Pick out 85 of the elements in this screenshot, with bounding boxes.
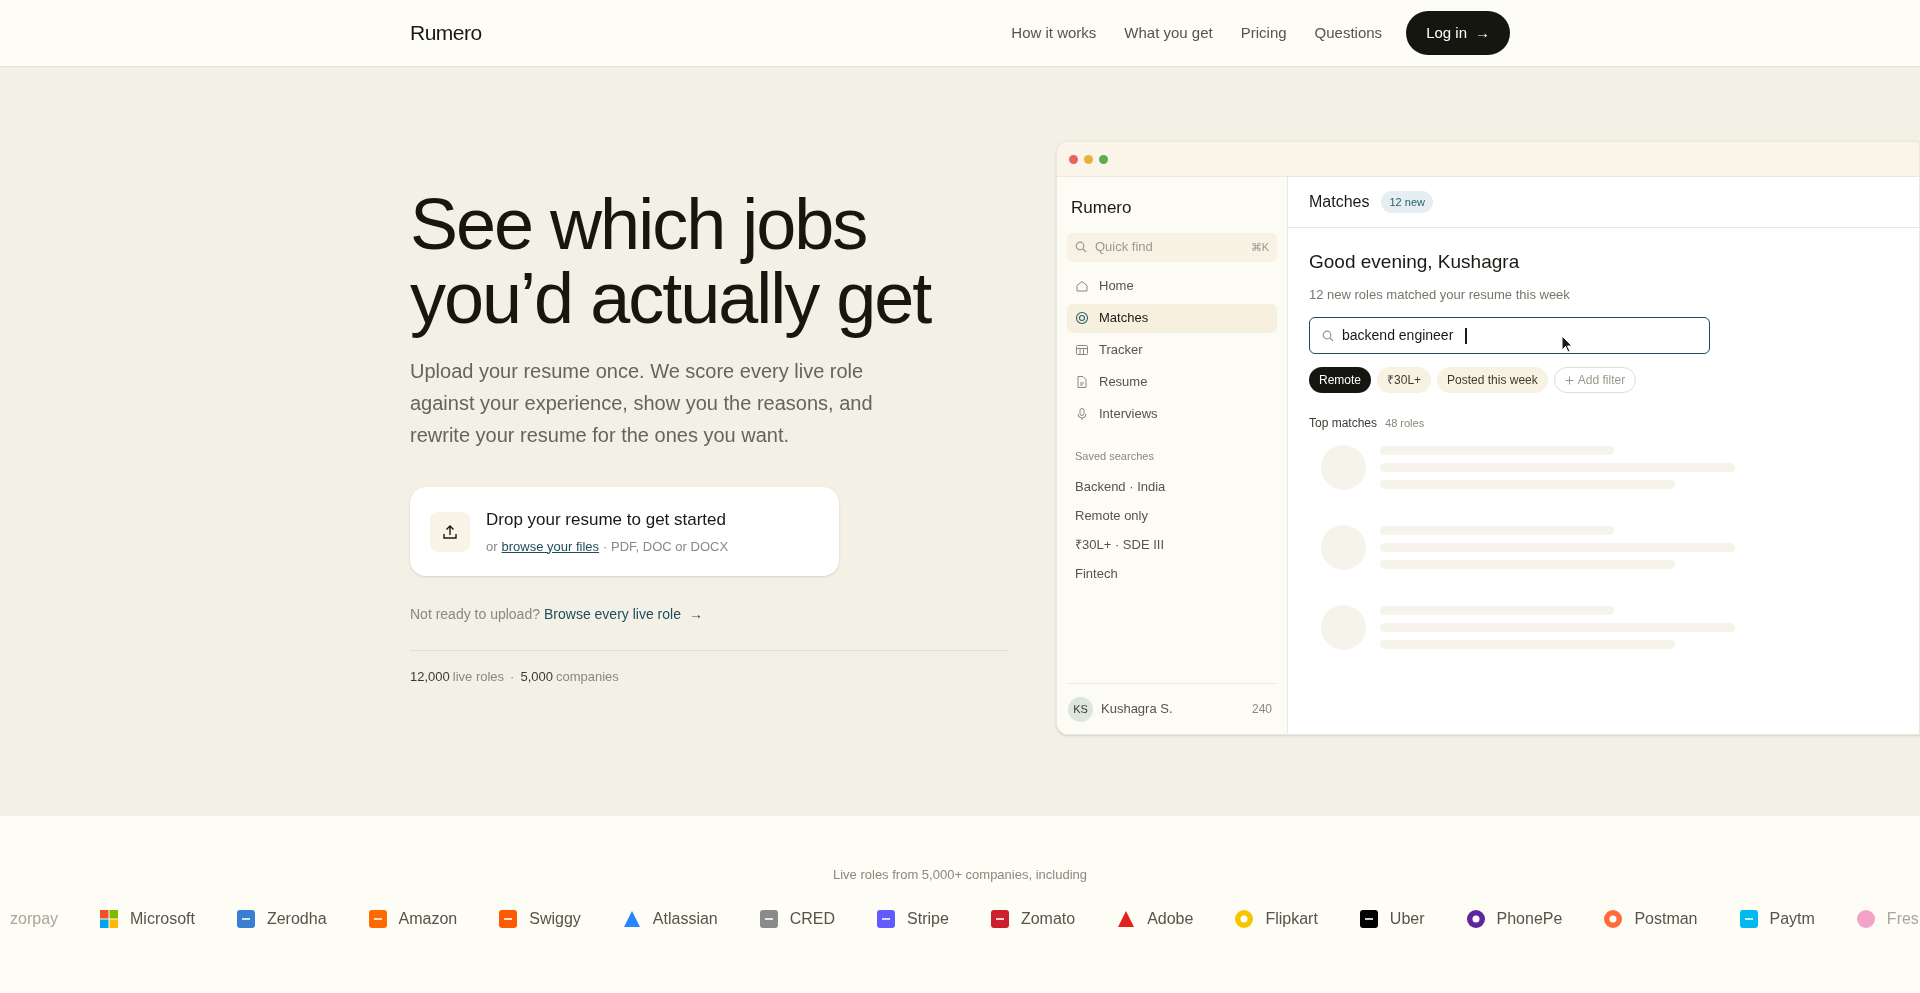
upload-icon	[430, 511, 470, 552]
sidebar-item[interactable]: Resume	[1067, 367, 1277, 397]
filter-chip[interactable]: Remote	[1309, 367, 1372, 393]
section-heading: Saved searches	[1074, 448, 1155, 464]
sidebar-item[interactable]: Matches	[1067, 303, 1277, 333]
sidebar-item[interactable]: Home	[1067, 271, 1277, 301]
nav-link[interactable]: Pricing	[1240, 21, 1287, 45]
user-avatar[interactable]: KS	[1068, 696, 1093, 722]
document-icon	[1075, 375, 1089, 389]
company-logo-icon	[622, 909, 641, 928]
search-icon	[1322, 329, 1334, 342]
company-name: Postman	[1634, 908, 1698, 929]
company-name: Microsoft	[130, 908, 195, 929]
company-name: Paytm	[1769, 908, 1815, 929]
microphone-icon	[1075, 407, 1089, 421]
credit-count: 240	[1251, 701, 1272, 718]
section-heading: Top matches	[1309, 415, 1378, 432]
result-count: 48 roles	[1385, 416, 1425, 431]
text-caret	[1465, 327, 1468, 344]
file-formats-text: · PDF, DOC or DOCX	[603, 537, 729, 556]
plus-icon	[1564, 375, 1574, 385]
company-logo-icon	[1117, 909, 1136, 928]
greeting: Good evening, Kushagra	[1309, 250, 1521, 274]
browse-prompt: Not ready to upload?	[410, 605, 540, 624]
company-name: Flipkart	[1265, 908, 1318, 929]
company-name: zorpay	[10, 908, 59, 929]
new-count-badge: 12 new	[1381, 191, 1433, 213]
search-field[interactable]: backend engineer	[1309, 317, 1710, 354]
saved-search-item[interactable]: ₹30L+ · SDE III	[1067, 530, 1277, 559]
filter-chip[interactable]: Posted this week	[1437, 367, 1548, 393]
search-icon	[1075, 241, 1087, 253]
company-name: Fres	[1886, 908, 1919, 929]
saved-search-item[interactable]: Backend · India	[1067, 472, 1277, 501]
company-logo-icon	[877, 909, 896, 928]
company-name: Zomato	[1020, 908, 1076, 929]
company-logo-icon	[1235, 909, 1254, 928]
company-logo-icon	[499, 909, 518, 928]
company-logo-icon	[1856, 909, 1875, 928]
nav-link[interactable]: Questions	[1314, 21, 1383, 45]
user-name: Kushagra S.	[1101, 700, 1173, 719]
sidebar-item[interactable]: Tracker	[1067, 335, 1277, 365]
mouse-pointer-icon	[1561, 335, 1573, 353]
greeting-subtitle: 12 new roles matched your resume this week	[1309, 285, 1571, 304]
target-icon	[1075, 311, 1089, 325]
browse-roles-link[interactable]: Browse every live role →	[544, 604, 703, 625]
login-button[interactable]: Log in →	[1406, 11, 1510, 55]
hero-description: Upload your resume once. We score every live role against your experience, show you the reasons, and rewrite your resume for the ones you want.	[410, 359, 874, 448]
company-logo-icon	[236, 909, 255, 928]
site-logo[interactable]: Rumero	[410, 17, 482, 49]
company-name: Uber	[1389, 908, 1425, 929]
company-name: Zerodha	[266, 908, 327, 929]
filter-chip[interactable]: ₹30L+	[1377, 367, 1432, 393]
company-name: CRED	[789, 908, 836, 929]
nav-link[interactable]: How it works	[1011, 21, 1097, 45]
company-logo-icon	[1466, 909, 1485, 928]
company-logo-icon	[100, 909, 119, 928]
companies-caption: Live roles from 5,000+ companies, including	[833, 866, 1087, 884]
sidebar-item[interactable]: Interviews	[1067, 399, 1277, 429]
separator: ·	[510, 668, 515, 686]
stat-text: 12,000 live roles	[410, 668, 505, 686]
home-icon	[1075, 279, 1089, 293]
dropzone-title: Drop your resume to get started	[486, 509, 727, 531]
company-logo-icon	[1604, 909, 1623, 928]
company-logo-icon	[759, 909, 778, 928]
company-name: Amazon	[398, 908, 458, 929]
table-icon	[1075, 343, 1089, 357]
company-logo-icon	[368, 909, 387, 928]
company-name: Atlassian	[652, 908, 718, 929]
company-logo-icon	[990, 909, 1009, 928]
browse-files-link[interactable]: browse your files	[501, 536, 600, 556]
page-title: Matches	[1309, 192, 1370, 212]
company-name: PhonePe	[1496, 908, 1563, 929]
company-name: Stripe	[907, 908, 949, 929]
app-logo: Rumero	[1070, 197, 1133, 219]
company-name: Swiggy	[529, 908, 581, 929]
company-logo-icon	[1739, 909, 1758, 928]
company-logo-icon	[1359, 909, 1378, 928]
nav-link[interactable]: What you get	[1124, 21, 1213, 45]
company-name: Adobe	[1147, 908, 1194, 929]
shortcut-hint: ⌘K	[1250, 239, 1269, 255]
dropzone-card[interactable]: Drop your resume to get started or browse your files · PDF, DOC or DOCX	[410, 487, 839, 576]
dropzone-text: or	[486, 537, 498, 556]
saved-search-item[interactable]: Fintech	[1067, 559, 1277, 588]
stat-text: 5,000 companies	[520, 668, 619, 686]
saved-search-item[interactable]: Remote only	[1067, 501, 1277, 530]
